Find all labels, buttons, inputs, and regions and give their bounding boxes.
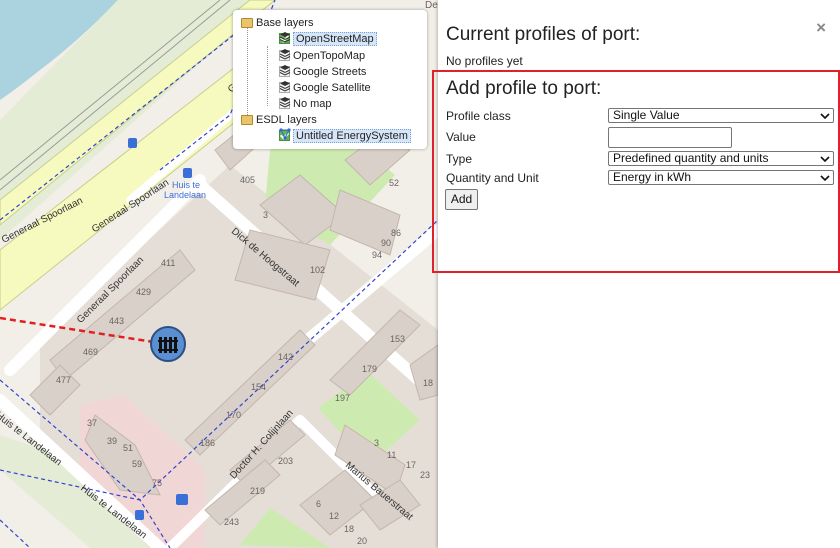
layers-icon	[279, 97, 291, 108]
house-number: 12	[329, 511, 340, 521]
type-label: Type	[446, 152, 473, 166]
folder-icon	[241, 114, 253, 125]
house-number: 186	[200, 438, 216, 448]
house-number: 11	[387, 450, 397, 460]
bus-stop-label-line: Landelaan	[164, 190, 207, 200]
house-number: 39	[107, 436, 118, 446]
house-number: 59	[132, 459, 143, 469]
house-number: De	[425, 0, 438, 11]
profile-class-value: Single Value	[613, 108, 680, 122]
house-number: 94	[372, 250, 383, 260]
house-number: 142	[278, 352, 294, 362]
value-input[interactable]	[608, 127, 732, 148]
network-icon	[279, 128, 291, 140]
house-number: 154	[251, 382, 267, 392]
layers-icon	[279, 32, 291, 43]
house-number: 411	[161, 258, 176, 268]
house-number: 197	[335, 393, 351, 403]
house-number: 153	[390, 334, 406, 344]
layer-item-energysystem[interactable]: Untitled EnergySystem	[279, 128, 411, 143]
house-number: 477	[56, 375, 72, 385]
close-icon[interactable]: ×	[816, 18, 826, 38]
layer-item-openstreetmap[interactable]: OpenStreetMap	[279, 31, 377, 46]
layer-item-no-map[interactable]: No map	[279, 96, 332, 111]
house-number: 90	[381, 238, 392, 248]
port-profile-panel: × Current profiles of port: No profiles …	[432, 0, 840, 548]
house-number: 6	[316, 499, 322, 509]
type-value: Predefined quantity and units	[613, 151, 769, 165]
type-select[interactable]: Predefined quantity and units	[608, 151, 834, 166]
house-number: 405	[240, 175, 256, 185]
map-view[interactable]: Generaal Spoorlaan Generaal Spoorlaan Ge…	[0, 0, 438, 548]
house-number: 51	[123, 443, 134, 453]
house-number: 102	[310, 265, 326, 275]
add-profile-title: Add profile to port:	[446, 78, 602, 99]
no-profiles-text: No profiles yet	[446, 54, 523, 68]
house-number: 17	[406, 460, 417, 470]
house-number: 23	[420, 470, 431, 480]
layer-label: Google Satellite	[293, 81, 371, 94]
house-number: 170	[226, 410, 242, 420]
house-number: 18	[423, 378, 434, 388]
layers-icon	[279, 65, 291, 76]
value-label: Value	[446, 130, 476, 144]
layer-group-base[interactable]: Base layers	[241, 15, 313, 30]
layer-group-esdl[interactable]: ESDL layers	[241, 112, 317, 127]
layer-item-google-streets[interactable]: Google Streets	[279, 64, 366, 79]
layer-label: Google Streets	[293, 65, 367, 78]
folder-icon	[241, 17, 253, 28]
heater-icon[interactable]	[149, 325, 187, 363]
house-number: 243	[224, 517, 240, 527]
house-number: 203	[278, 456, 294, 466]
profile-class-select[interactable]: Single Value	[608, 108, 834, 123]
layer-group-label: Base layers	[256, 16, 314, 29]
layer-label: OpenTopoMap	[293, 49, 366, 62]
add-button[interactable]: Add	[445, 189, 478, 210]
house-number: 52	[389, 178, 400, 188]
house-number: 75	[152, 478, 163, 488]
layer-control: Base layers OpenStreetMap OpenTopoMap Go…	[233, 10, 427, 149]
house-number: 20	[357, 536, 368, 546]
layer-item-opentopomap[interactable]: OpenTopoMap	[279, 48, 365, 63]
chevron-down-icon	[820, 175, 830, 182]
house-number: 219	[250, 486, 266, 496]
layer-label: No map	[293, 97, 332, 110]
layer-label: OpenStreetMap	[293, 31, 377, 46]
house-number: 469	[83, 347, 99, 357]
bus-stop-label-line: Huis te	[172, 180, 201, 190]
house-number: 18	[344, 524, 355, 534]
quantity-unit-label: Quantity and Unit	[446, 171, 539, 185]
bus-stop-label: Huis te Landelaan	[164, 180, 206, 200]
quantity-unit-value: Energy in kWh	[613, 170, 692, 184]
house-number: 86	[391, 228, 402, 238]
quantity-unit-select[interactable]: Energy in kWh	[608, 170, 834, 185]
layer-label: Untitled EnergySystem	[293, 128, 411, 143]
layers-icon	[279, 81, 291, 92]
house-number: 429	[136, 287, 152, 297]
house-number: 3	[263, 210, 269, 220]
layer-item-google-satellite[interactable]: Google Satellite	[279, 80, 371, 95]
chevron-down-icon	[820, 113, 830, 120]
house-number: 37	[87, 418, 98, 428]
profile-class-label: Profile class	[446, 109, 511, 123]
house-number: 179	[362, 364, 378, 374]
current-profiles-title: Current profiles of port:	[446, 24, 641, 45]
house-number: 3	[374, 438, 380, 448]
chevron-down-icon	[820, 156, 830, 163]
house-number: 443	[109, 316, 125, 326]
layer-group-label: ESDL layers	[256, 113, 317, 126]
layers-icon	[279, 49, 291, 60]
